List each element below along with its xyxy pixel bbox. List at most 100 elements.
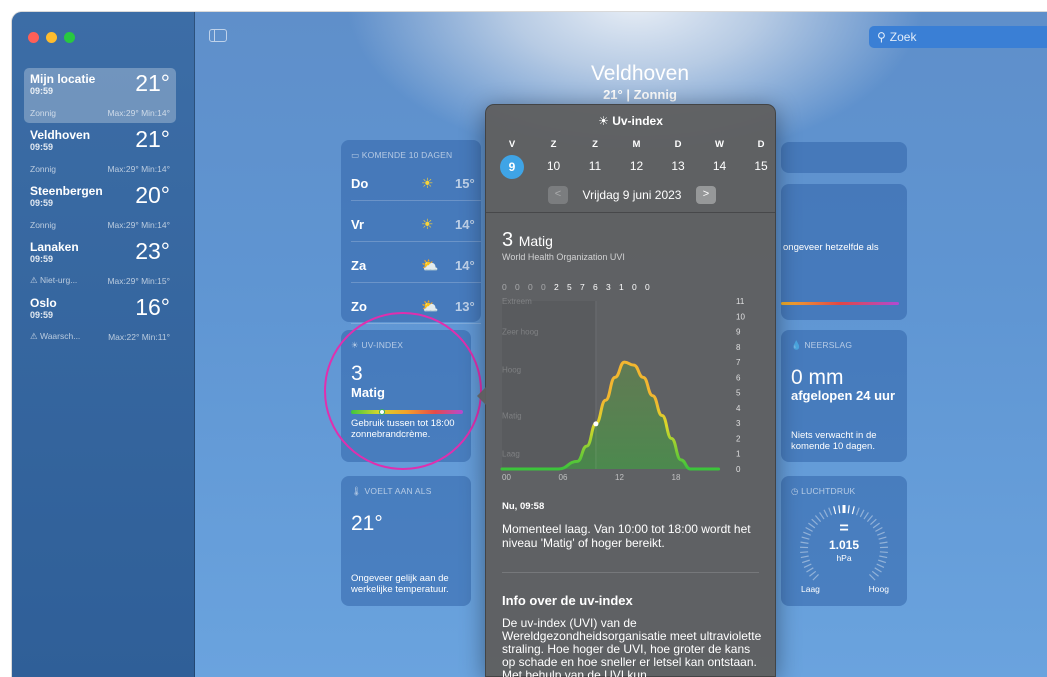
gauge-tick <box>809 570 817 577</box>
pressure-value: 1.015 <box>828 538 860 552</box>
gauge-tick <box>847 505 850 514</box>
uv-card-value: 3 <box>351 362 363 385</box>
day-number[interactable]: 13 <box>667 159 689 173</box>
feels-like-card[interactable]: 🌡 VOELT AAN ALS 21° Ongeveer gelijk aan … <box>341 476 471 606</box>
gauge-tick <box>859 509 865 518</box>
uv-category-label: Matig <box>502 412 522 421</box>
forecast-low: 14° <box>455 217 475 232</box>
day-number[interactable]: 12 <box>626 159 648 173</box>
y-tick-label: 8 <box>736 343 741 352</box>
uv-scale-bar <box>351 410 463 414</box>
now-description: Momenteel laag. Van 10:00 tot 18:00 word… <box>502 522 751 550</box>
zoom-button[interactable] <box>64 32 75 43</box>
gauge-tick <box>851 506 855 515</box>
forecast-low: 14° <box>455 258 475 273</box>
pressure-card[interactable]: ◷ LUCHTDRUK = 1.015 hPa Laag Hoog <box>781 476 907 606</box>
location-condition: ⚠ Waarsch... <box>30 331 81 341</box>
day-letter: V <box>508 139 516 150</box>
gauge-tick <box>871 570 879 577</box>
gauge-tick <box>823 509 829 518</box>
gauge-tick <box>874 567 882 573</box>
day-letter: D <box>757 139 765 150</box>
y-tick-label: 7 <box>736 358 741 367</box>
uv-index-popover: ☀ Uv-index V 9 Z 10 Z 11 M 12 D 13 W 14 D 15 < Vrijda… <box>477 104 776 677</box>
day-letter: M <box>632 139 641 150</box>
location-range: Max:29° Min:14° <box>107 164 170 174</box>
location-range: Max:29° Min:14° <box>107 108 170 118</box>
forecast-card[interactable]: ▭ KOMENDE 10 DAGEN Do ☀ 15° Vr ☀ 14° Za ⛅ … <box>341 140 481 324</box>
day-letter: Z <box>550 139 557 150</box>
day-selector: V 9 Z 10 Z 11 M 12 D 13 W 14 D 15 <box>500 139 772 179</box>
uv-card-header: ☀ UV-INDEX <box>351 340 404 350</box>
gauge-tick <box>819 512 825 520</box>
x-tick-label: 12 <box>615 473 624 482</box>
search-field[interactable]: ⚲ Zoek <box>869 26 1047 48</box>
location-temp: 23° <box>135 238 170 264</box>
selected-date: Vrijdag 9 juni 2023 <box>582 188 682 202</box>
city-header: Veldhoven 21° | Zonnig <box>195 62 1047 102</box>
uv-category-label: Zeer hoog <box>502 328 538 337</box>
location-item[interactable]: Oslo 09:59 16° ⚠ Waarsch... Max:22° Min:… <box>24 292 176 347</box>
location-condition: Zonnig <box>30 108 56 118</box>
gauge-tick <box>803 563 812 568</box>
forecast-row[interactable]: Zo ⛅ 13° <box>351 291 481 324</box>
location-range: Max:29° Min:14° <box>107 220 170 230</box>
uv-category-label: Extreem <box>502 297 532 306</box>
gauge-tick <box>828 507 833 516</box>
day-number[interactable]: 11 <box>584 159 606 173</box>
location-temp: 21° <box>135 70 170 96</box>
sun-icon: ☀ <box>421 175 434 191</box>
right-banner-card[interactable] <box>781 142 907 173</box>
forecast-low: 15° <box>455 176 475 191</box>
popover-divider <box>486 212 775 213</box>
forecast-day: Do <box>351 176 369 191</box>
location-condition: ⚠ Niet-urg... <box>30 275 78 285</box>
forecast-row[interactable]: Do ☀ 15° <box>351 168 481 201</box>
forecast-header: ▭ KOMENDE 10 DAGEN <box>351 150 453 160</box>
location-item[interactable]: Lanaken 09:59 23° ⚠ Niet-urg... Max:29° … <box>24 236 176 291</box>
location-condition: Zonnig <box>30 164 56 174</box>
forecast-row[interactable]: Za ⛅ 14° <box>351 250 481 283</box>
gauge-tick <box>855 507 860 516</box>
sidebar: Mijn locatie 09:59 21° Zonnig Max:29° Mi… <box>12 12 195 677</box>
location-range: Max:29° Min:15° <box>107 276 170 286</box>
day-letter: W <box>715 139 724 150</box>
forecast-low: 13° <box>455 299 475 314</box>
past-shading <box>502 301 596 469</box>
day-number[interactable]: 15 <box>750 159 772 173</box>
partly-cloudy-icon: ⛅ <box>421 257 439 273</box>
partly-cloudy-icon: ⛅ <box>421 298 439 314</box>
forecast-row[interactable]: Vr ☀ 14° <box>351 209 481 242</box>
uv-index-card[interactable]: ☀ UV-INDEX 3 Matig Gebruik tussen tot 18… <box>341 330 471 462</box>
minimize-button[interactable] <box>46 32 57 43</box>
rain-note: Niets verwacht in de komende 10 dagen. <box>791 430 877 452</box>
location-item[interactable]: Steenbergen 09:59 20° Zonnig Max:29° Min… <box>24 180 176 235</box>
search-icon: ⚲ <box>877 30 886 44</box>
forecast-day: Zo <box>351 299 367 314</box>
uv-card-level: Matig <box>351 385 385 400</box>
day-number[interactable]: 14 <box>709 159 731 173</box>
previous-day-button[interactable]: < <box>548 186 568 204</box>
y-tick-label: 2 <box>736 434 741 443</box>
location-condition: Zonnig <box>30 220 56 230</box>
gauge-tick <box>806 567 814 573</box>
day-number[interactable]: 10 <box>543 159 565 173</box>
location-item[interactable]: Mijn locatie 09:59 21° Zonnig Max:29° Mi… <box>24 68 176 123</box>
uv-chart[interactable]: LaagMatigHoogZeer hoogExtreem01234567891… <box>498 291 768 491</box>
y-tick-label: 4 <box>736 404 741 413</box>
close-button[interactable] <box>28 32 39 43</box>
day-number[interactable]: 9 <box>500 155 524 179</box>
precipitation-card[interactable]: 💧 NEERSLAG 0 mm afgelopen 24 uur Niets v… <box>781 330 907 462</box>
city-name: Veldhoven <box>590 62 690 85</box>
sidebar-toggle-icon[interactable] <box>209 29 227 42</box>
pressure-high: Hoog <box>868 584 889 594</box>
next-day-button[interactable]: > <box>696 186 716 204</box>
pressure-header: ◷ LUCHTDRUK <box>791 486 856 496</box>
location-item[interactable]: Veldhoven 09:59 21° Zonnig Max:29° Min:1… <box>24 124 176 179</box>
day-letter: D <box>674 139 682 150</box>
right-info-card[interactable]: ongeveer hetzelfde als <box>781 184 907 320</box>
right-info-bar <box>781 302 899 305</box>
location-temp: 20° <box>135 182 170 208</box>
location-temp: 16° <box>135 294 170 320</box>
forecast-day: Za <box>351 258 367 273</box>
